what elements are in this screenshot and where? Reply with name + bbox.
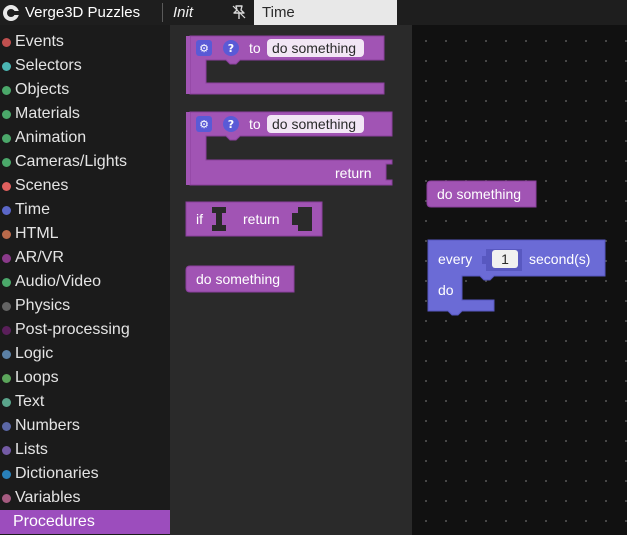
unit-label: second(s) [529,251,590,267]
category-color-dot [2,181,11,191]
category-color-dot [2,85,11,95]
category-color-dot [2,325,11,335]
tab-time[interactable]: Time [254,0,397,25]
category-color-dot [2,277,11,287]
category-label: Selectors [15,57,82,74]
category-animation[interactable]: Animation [0,126,170,150]
help-icon[interactable]: ? [223,116,239,132]
category-label: Audio/Video [15,273,101,290]
category-label: Objects [15,81,70,98]
category-color-dot [2,469,11,479]
help-icon[interactable]: ? [223,40,239,56]
category-events[interactable]: Events [0,30,170,54]
category-logic[interactable]: Logic [0,342,170,366]
settings-gear-icon[interactable]: ⚙ [196,116,212,132]
call-label: do something [437,186,521,202]
category-loops[interactable]: Loops [0,366,170,390]
category-label: Time [15,201,50,218]
category-label: HTML [15,225,59,242]
pin-icon[interactable] [230,3,248,21]
category-objects[interactable]: Objects [0,78,170,102]
category-label: Variables [15,489,81,506]
category-color-dot [2,229,11,239]
category-label: Events [15,33,64,50]
category-color-dot [2,133,11,143]
category-color-dot [2,61,11,71]
category-numbers[interactable]: Numbers [0,414,170,438]
category-selectors[interactable]: Selectors [0,54,170,78]
procedure-call-block[interactable]: do something [185,265,295,293]
category-dictionaries[interactable]: Dictionaries [0,462,170,486]
category-color-dot [2,373,11,383]
svg-text:?: ? [228,118,234,131]
category-cameras-lights[interactable]: Cameras/Lights [0,150,170,174]
category-color-dot [2,397,11,407]
seconds-value: 1 [501,251,509,267]
category-label: Materials [15,105,80,122]
svg-text:?: ? [228,42,234,55]
category-physics[interactable]: Physics [0,294,170,318]
settings-gear-icon[interactable]: ⚙ [196,40,212,56]
category-label: Logic [15,345,54,362]
category-color-dot [2,445,11,455]
category-label: Dictionaries [15,465,99,482]
category-text[interactable]: Text [0,390,170,414]
svg-text:⚙: ⚙ [199,118,209,131]
verge3d-logo-icon [3,4,20,21]
category-procedures[interactable]: Procedures [0,510,170,534]
category-color-dot [2,253,11,263]
category-html[interactable]: HTML [0,222,170,246]
category-scenes[interactable]: Scenes [0,174,170,198]
app-brand: Verge3D Puzzles [0,0,140,25]
category-ar-vr[interactable]: AR/VR [0,246,170,270]
top-bar: Verge3D Puzzles Init Time [0,0,627,25]
category-label: Post-processing [15,321,130,338]
call-label: do something [196,271,280,287]
category-color-dot [2,421,11,431]
category-color-dot [2,349,11,359]
category-post-processing[interactable]: Post-processing [0,318,170,342]
category-label: Loops [15,369,59,386]
category-color-dot [2,157,11,167]
category-label: AR/VR [15,249,64,266]
category-label: Cameras/Lights [15,153,128,170]
category-label: Physics [15,297,71,314]
category-audio-video[interactable]: Audio/Video [0,270,170,294]
category-color-dot [2,301,11,311]
category-label: Numbers [15,417,80,434]
tab-divider [162,3,163,22]
category-label: Scenes [15,177,69,194]
category-color-dot [2,205,11,215]
category-time[interactable]: Time [0,198,170,222]
app-title: Verge3D Puzzles [25,4,141,21]
do-label: do [438,282,454,298]
to-label: to [249,116,261,132]
category-label: Animation [15,129,87,146]
if-label: if [196,211,203,227]
category-color-dot [2,109,11,119]
category-color-dot [2,493,11,503]
category-sidebar: Events Selectors Objects Materials Animation… [0,30,170,535]
procedure-name-text: do something [272,40,356,56]
return-label: return [335,165,372,181]
category-variables[interactable]: Variables [0,486,170,510]
category-label: Procedures [13,513,95,530]
category-label: Lists [15,441,48,458]
every-label: every [438,251,472,267]
to-label: to [249,40,261,56]
category-materials[interactable]: Materials [0,102,170,126]
if-return-block[interactable]: if return [185,201,323,237]
category-label: Text [15,393,45,410]
workspace-procedure-call-block[interactable]: do something [426,180,537,208]
return-label: return [243,211,280,227]
category-lists[interactable]: Lists [0,438,170,462]
category-color-dot [2,37,11,47]
tab-init[interactable]: Init [173,0,193,25]
procedure-name-text: do something [272,116,356,132]
svg-text:⚙: ⚙ [199,42,209,55]
